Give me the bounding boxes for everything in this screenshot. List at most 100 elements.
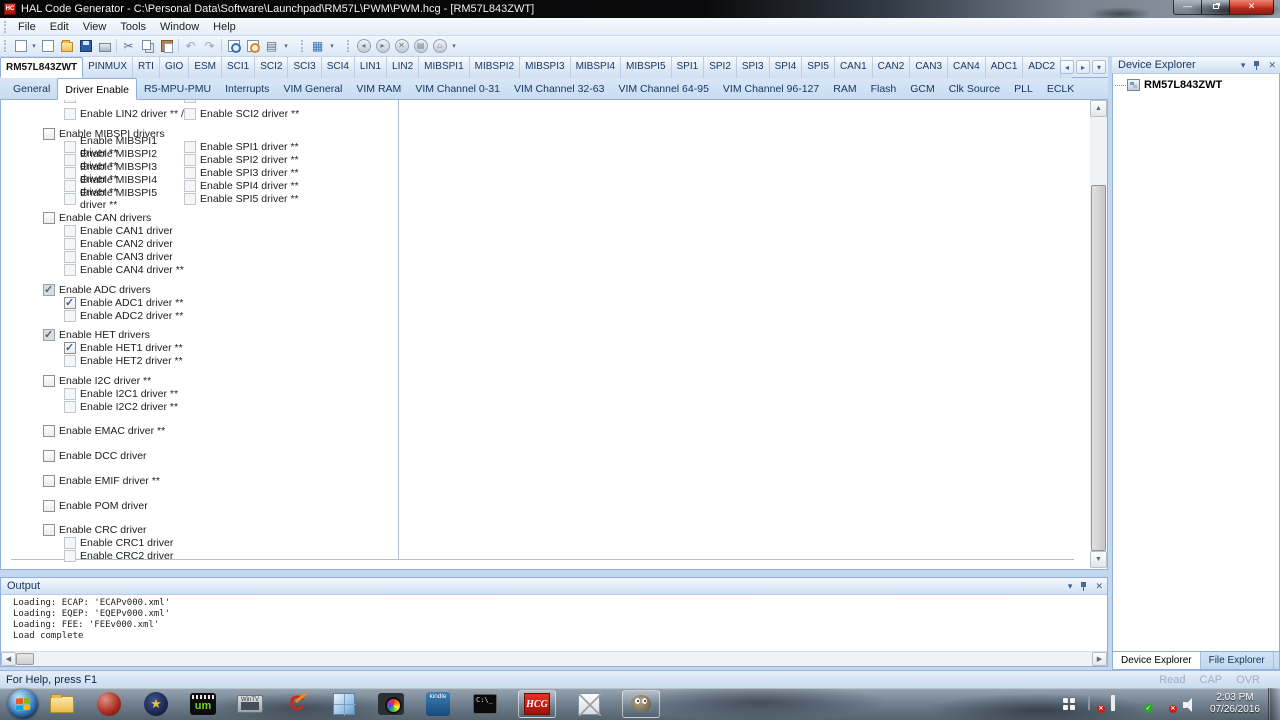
checkbox[interactable] xyxy=(64,193,76,205)
checkbox[interactable] xyxy=(64,167,76,179)
taskbar-button-umplayer[interactable]: um xyxy=(189,690,217,718)
taskbar-button-command-prompt[interactable]: C:\_ xyxy=(471,690,499,718)
tree-root-item[interactable]: RM57L843ZWT xyxy=(1113,74,1279,91)
device-tab-rti[interactable]: RTI xyxy=(133,57,160,78)
device-tab-lin1[interactable]: LIN1 xyxy=(355,57,387,78)
undo-icon[interactable]: ↶ xyxy=(181,37,200,55)
device-tab-can2[interactable]: CAN2 xyxy=(873,57,911,78)
device-tab-rm57l843zwt[interactable]: RM57L843ZWT xyxy=(0,57,83,78)
print-icon[interactable] xyxy=(95,37,114,55)
app-alert-icon[interactable]: ✕ xyxy=(1087,697,1102,711)
taskbar-button-media-player-red[interactable] xyxy=(95,690,123,718)
content-vertical-scrollbar[interactable]: ▲ ▼ xyxy=(1090,100,1107,568)
menu-window[interactable]: Window xyxy=(153,19,206,35)
sub-tab-interrupts[interactable]: Interrupts xyxy=(218,78,276,99)
toolbar-overflow-icon[interactable]: ▾ xyxy=(449,42,459,50)
sub-tab-vim-general[interactable]: VIM General xyxy=(276,78,349,99)
nav-stop-icon[interactable]: ✕ xyxy=(392,37,411,55)
sub-tab-r5-mpu-pmu[interactable]: R5-MPU-PMU xyxy=(137,78,218,99)
device-tab-spi2[interactable]: SPI2 xyxy=(704,57,737,78)
device-tab-adc2[interactable]: ADC2 xyxy=(1023,57,1061,78)
save-icon[interactable] xyxy=(76,37,95,55)
checkbox[interactable]: ✓ xyxy=(64,297,76,309)
sub-tab-general[interactable]: General xyxy=(6,78,57,99)
minimize-button[interactable]: — xyxy=(1173,0,1202,15)
device-tab-sci1[interactable]: SCI1 xyxy=(222,57,255,78)
device-tab-mibspi2[interactable]: MIBSPI2 xyxy=(470,57,520,78)
output-scrollbar-thumb[interactable] xyxy=(16,653,34,665)
taskbar-button-kindle[interactable]: kindle xyxy=(424,690,452,718)
output-horizontal-scrollbar[interactable]: ◀ ▶ xyxy=(1,651,1107,666)
checkbox[interactable] xyxy=(64,154,76,166)
sub-tab-eclk[interactable]: ECLK xyxy=(1040,78,1081,99)
checkbox[interactable] xyxy=(64,401,76,413)
sub-tab-pll[interactable]: PLL xyxy=(1007,78,1040,99)
checkbox[interactable] xyxy=(43,500,55,512)
device-explorer-pin-icon[interactable] xyxy=(1253,61,1260,70)
scroll-left-icon[interactable]: ◀ xyxy=(1,652,16,666)
tab-scroll-right-icon[interactable]: ▸ xyxy=(1076,60,1090,74)
checkbox[interactable] xyxy=(43,375,55,387)
device-explorer-close-icon[interactable]: ✕ xyxy=(1268,60,1276,70)
checkbox[interactable] xyxy=(64,141,76,153)
generate-code-icon[interactable]: ▦ xyxy=(308,37,327,55)
find-icon[interactable] xyxy=(224,37,243,55)
device-name[interactable]: RM57L843ZWT xyxy=(1144,79,1222,91)
checkbox[interactable] xyxy=(64,310,76,322)
taskbar-button-star-app[interactable]: ★ xyxy=(142,690,170,718)
device-tab-can3[interactable]: CAN3 xyxy=(910,57,948,78)
checkbox[interactable] xyxy=(43,425,55,437)
sub-tab-vim-channel-32-63[interactable]: VIM Channel 32-63 xyxy=(507,78,611,99)
properties-list-icon[interactable]: ▤ xyxy=(262,37,281,55)
taskbar-clock[interactable]: 2:03 PM 07/26/2016 xyxy=(1202,692,1268,716)
cut-icon[interactable]: ✂ xyxy=(119,37,138,55)
show-desktop-button[interactable] xyxy=(1268,688,1280,720)
sub-tab-gcm[interactable]: GCM xyxy=(903,78,942,99)
explorer-tab-file-explorer[interactable]: File Explorer xyxy=(1201,652,1274,669)
checkbox[interactable] xyxy=(184,108,196,120)
tab-list-icon[interactable]: ▾ xyxy=(1092,60,1106,74)
device-tab-mibspi4[interactable]: MIBSPI4 xyxy=(571,57,621,78)
device-tab-adc1[interactable]: ADC1 xyxy=(986,57,1024,78)
scroll-right-icon[interactable]: ▶ xyxy=(1092,652,1107,666)
checkbox[interactable] xyxy=(64,180,76,192)
scroll-down-icon[interactable]: ▼ xyxy=(1090,551,1107,568)
output-menu-icon[interactable]: ▾ xyxy=(1068,581,1073,591)
sub-tab-vim-ram[interactable]: VIM RAM xyxy=(349,78,408,99)
toolbar-overflow-icon[interactable]: ▾ xyxy=(281,42,291,50)
volume-icon[interactable] xyxy=(1183,698,1198,712)
taskbar-button-windows-explorer[interactable] xyxy=(48,690,76,718)
nav-forward-icon[interactable]: ▸ xyxy=(373,37,392,55)
sub-tab-ram[interactable]: RAM xyxy=(826,78,863,99)
menu-help[interactable]: Help xyxy=(206,19,243,35)
toolbar-overflow-icon[interactable]: ▾ xyxy=(327,42,337,50)
checkbox[interactable] xyxy=(64,264,76,276)
checkbox[interactable] xyxy=(184,154,196,166)
find-in-files-icon[interactable] xyxy=(243,37,262,55)
sub-tab-driver-enable[interactable]: Driver Enable xyxy=(57,78,137,100)
scroll-up-icon[interactable]: ▲ xyxy=(1090,100,1107,117)
checkbox[interactable] xyxy=(64,251,76,263)
checkbox[interactable]: ✓ xyxy=(64,342,76,354)
new-dropdown-icon[interactable]: ▾ xyxy=(30,42,38,50)
menu-tools[interactable]: Tools xyxy=(113,19,153,35)
checkbox[interactable] xyxy=(43,524,55,536)
checkbox[interactable] xyxy=(64,100,76,103)
sub-tab-flash[interactable]: Flash xyxy=(864,78,904,99)
checkbox[interactable] xyxy=(43,450,55,462)
sub-tab-vim-channel-64-95[interactable]: VIM Channel 64-95 xyxy=(611,78,715,99)
checkbox[interactable] xyxy=(43,475,55,487)
action-center-icon[interactable]: ✕ xyxy=(1159,697,1174,711)
copy-icon[interactable] xyxy=(138,37,157,55)
restore-button[interactable] xyxy=(1202,0,1229,15)
taskbar-button-blue-cube-app[interactable] xyxy=(330,690,358,718)
taskbar-button-camera-app[interactable] xyxy=(377,690,405,718)
menu-edit[interactable]: Edit xyxy=(43,19,76,35)
checkbox[interactable] xyxy=(43,128,55,140)
sub-tab-vim-channel-96-127[interactable]: VIM Channel 96-127 xyxy=(716,78,826,99)
device-tab-can4[interactable]: CAN4 xyxy=(948,57,986,78)
menu-file[interactable]: File xyxy=(11,19,43,35)
checkbox[interactable] xyxy=(43,212,55,224)
device-tab-pinmux[interactable]: PINMUX xyxy=(83,57,133,78)
scrollbar-thumb[interactable] xyxy=(1091,185,1106,551)
